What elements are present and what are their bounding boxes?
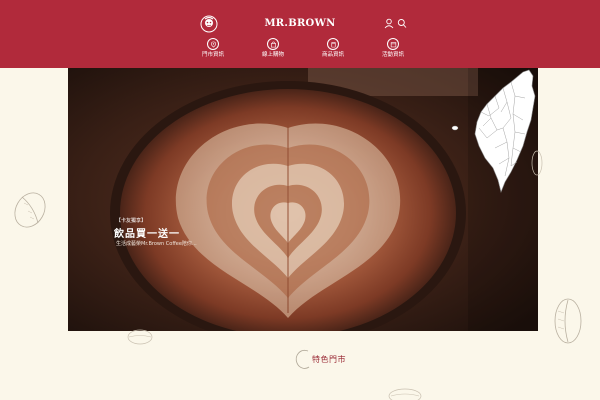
coffee-bean-decoration bbox=[388, 388, 422, 400]
site-header: MR.BROWN 門市資訊 線上購物 商品資訊 活動資訊 bbox=[0, 0, 600, 68]
header-utility-icons bbox=[384, 18, 408, 32]
swirl-decoration-icon bbox=[295, 349, 310, 369]
nav-label: 商品資訊 bbox=[321, 52, 344, 58]
brand-logo-text[interactable]: MR.BROWN bbox=[262, 18, 338, 29]
promo-description: 生活成藝榮Mr.Brown Coffee陪你... bbox=[116, 241, 197, 247]
taiwan-map[interactable] bbox=[471, 68, 538, 196]
promo-tag: 【卡友獨享】 bbox=[116, 218, 147, 224]
coffee-bean-decoration bbox=[127, 329, 153, 345]
coffee-bean-decoration bbox=[531, 150, 543, 176]
user-icon[interactable] bbox=[384, 18, 394, 29]
island-marker-icon bbox=[451, 125, 459, 131]
shopping-bag-icon bbox=[270, 41, 276, 47]
featured-stores-section: 特色門市 bbox=[294, 348, 364, 370]
hero-banner[interactable]: 【卡友獨享】 飲品買一送一 生活成藝榮Mr.Brown Coffee陪你... bbox=[68, 68, 538, 331]
cup-icon bbox=[330, 41, 336, 47]
search-icon[interactable] bbox=[397, 18, 407, 29]
coffee-bean-decoration bbox=[554, 298, 582, 344]
nav-label: 活動資訊 bbox=[381, 52, 404, 58]
coffee-bean-decoration bbox=[14, 192, 46, 228]
promo-title: 飲品買一送一 bbox=[114, 229, 180, 240]
nav-label: 門市資訊 bbox=[201, 52, 224, 58]
mr-brown-logo-emblem[interactable] bbox=[199, 14, 219, 34]
nav-item-online-shop[interactable]: 線上購物 bbox=[243, 38, 303, 59]
nav-item-event-info[interactable]: 活動資訊 bbox=[363, 38, 423, 59]
latte-art-image bbox=[68, 68, 538, 331]
featured-stores-title[interactable]: 特色門市 bbox=[312, 354, 346, 365]
calendar-icon bbox=[390, 41, 396, 47]
nav-item-store-info[interactable]: 門市資訊 bbox=[183, 38, 243, 59]
nav-label: 線上購物 bbox=[261, 52, 284, 58]
nav-item-product-info[interactable]: 商品資訊 bbox=[303, 38, 363, 59]
main-nav: 門市資訊 線上購物 商品資訊 活動資訊 bbox=[0, 38, 600, 66]
location-icon bbox=[210, 41, 216, 48]
